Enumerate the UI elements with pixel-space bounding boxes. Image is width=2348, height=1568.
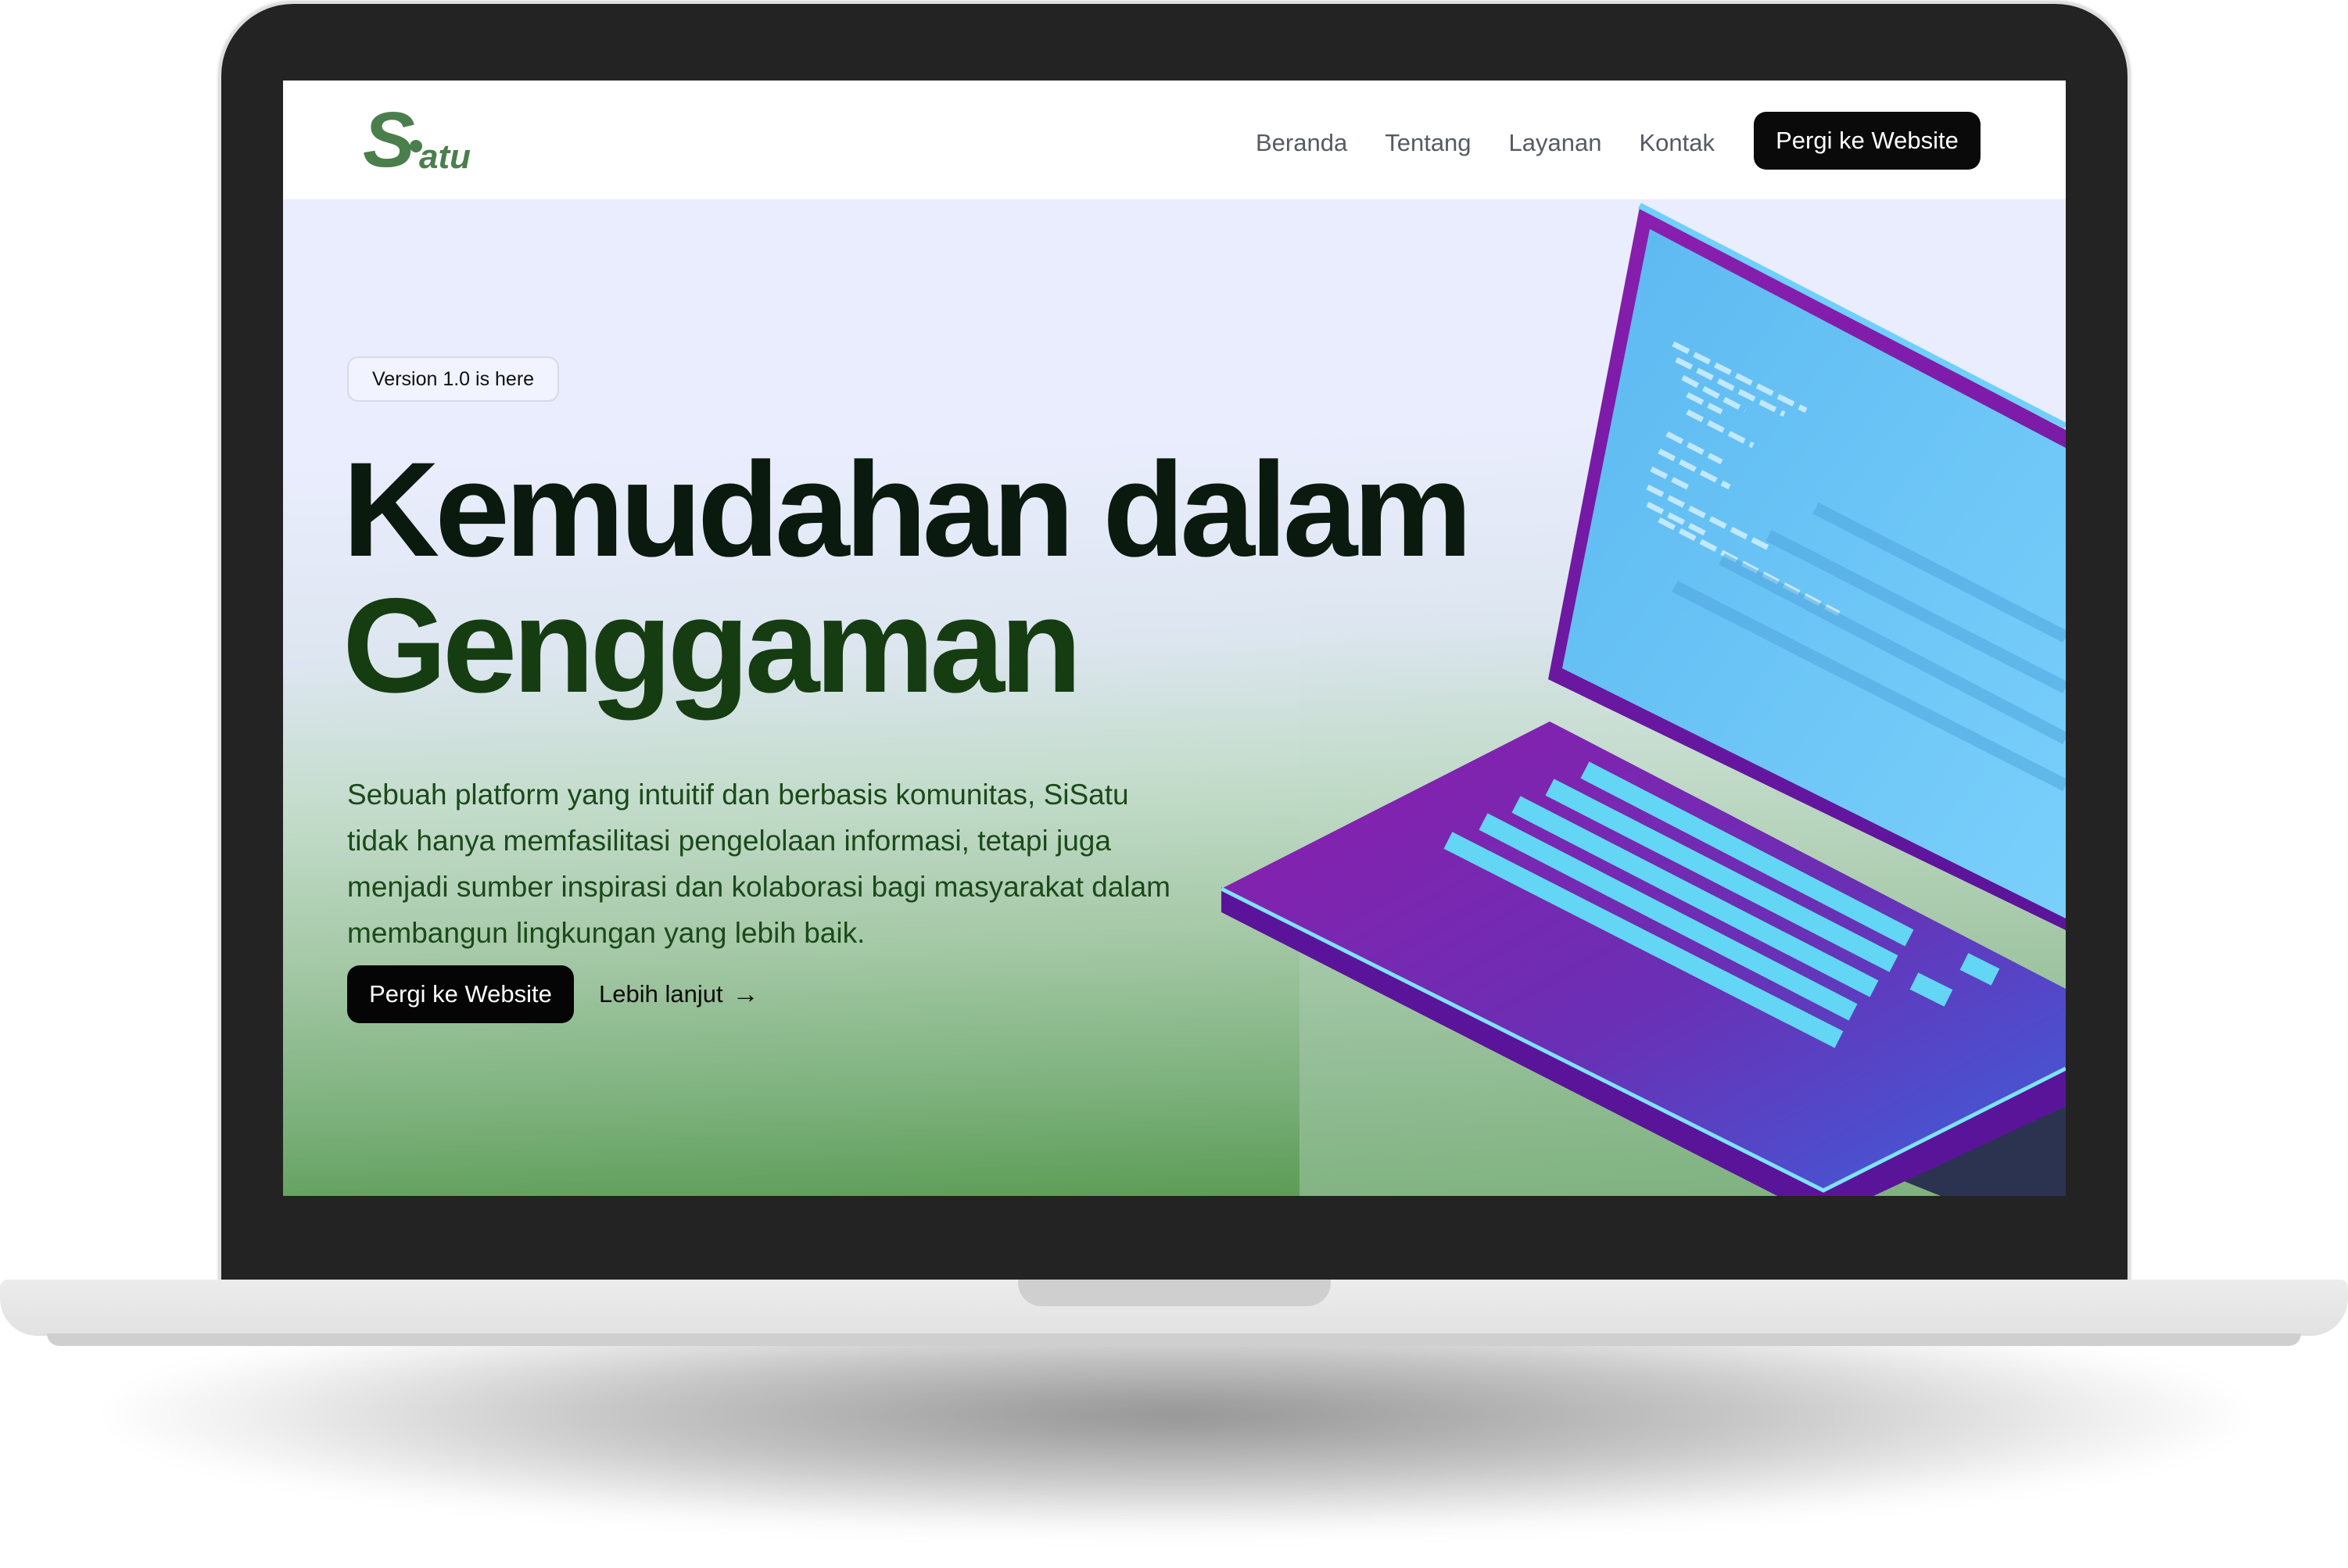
laptop-screen: S atu Beranda Tentang Layanan Kontak Per… [283, 81, 2066, 1196]
learn-more-label: Lebih lanjut [599, 980, 723, 1008]
logo-text: atu [419, 138, 471, 176]
nav-link-layanan[interactable]: Layanan [1509, 124, 1602, 163]
arrow-right-icon: → [732, 979, 759, 1009]
nav-link-tentang[interactable]: Tentang [1385, 124, 1471, 163]
hero-website-button[interactable]: Pergi ke Website [347, 965, 574, 1023]
headline-line-1: Kemudahan dalam [342, 435, 1472, 585]
hero-description: Sebuah platform yang intuitif dan berbas… [347, 779, 1170, 949]
laptop-base-lip [47, 1334, 2301, 1346]
nav-link-kontak[interactable]: Kontak [1640, 124, 1715, 163]
nav-website-button[interactable]: Pergi ke Website [1754, 112, 1981, 170]
top-navbar: S atu Beranda Tentang Layanan Kontak Per… [283, 81, 2066, 199]
version-badge: Version 1.0 is here [347, 356, 560, 402]
laptop-notch [1018, 1280, 1331, 1306]
hero-headline: Kemudahan dalam Genggaman [342, 442, 1593, 714]
nav-link-beranda[interactable]: Beranda [1256, 124, 1347, 163]
main-nav: Beranda Tentang Layanan Kontak [1256, 124, 1752, 163]
logo-initial: S [363, 106, 415, 177]
learn-more-link[interactable]: Lebih lanjut → [599, 965, 759, 1023]
headline-line-2: Genggaman [342, 571, 1082, 721]
sisatu-logo[interactable]: S atu [363, 106, 488, 177]
